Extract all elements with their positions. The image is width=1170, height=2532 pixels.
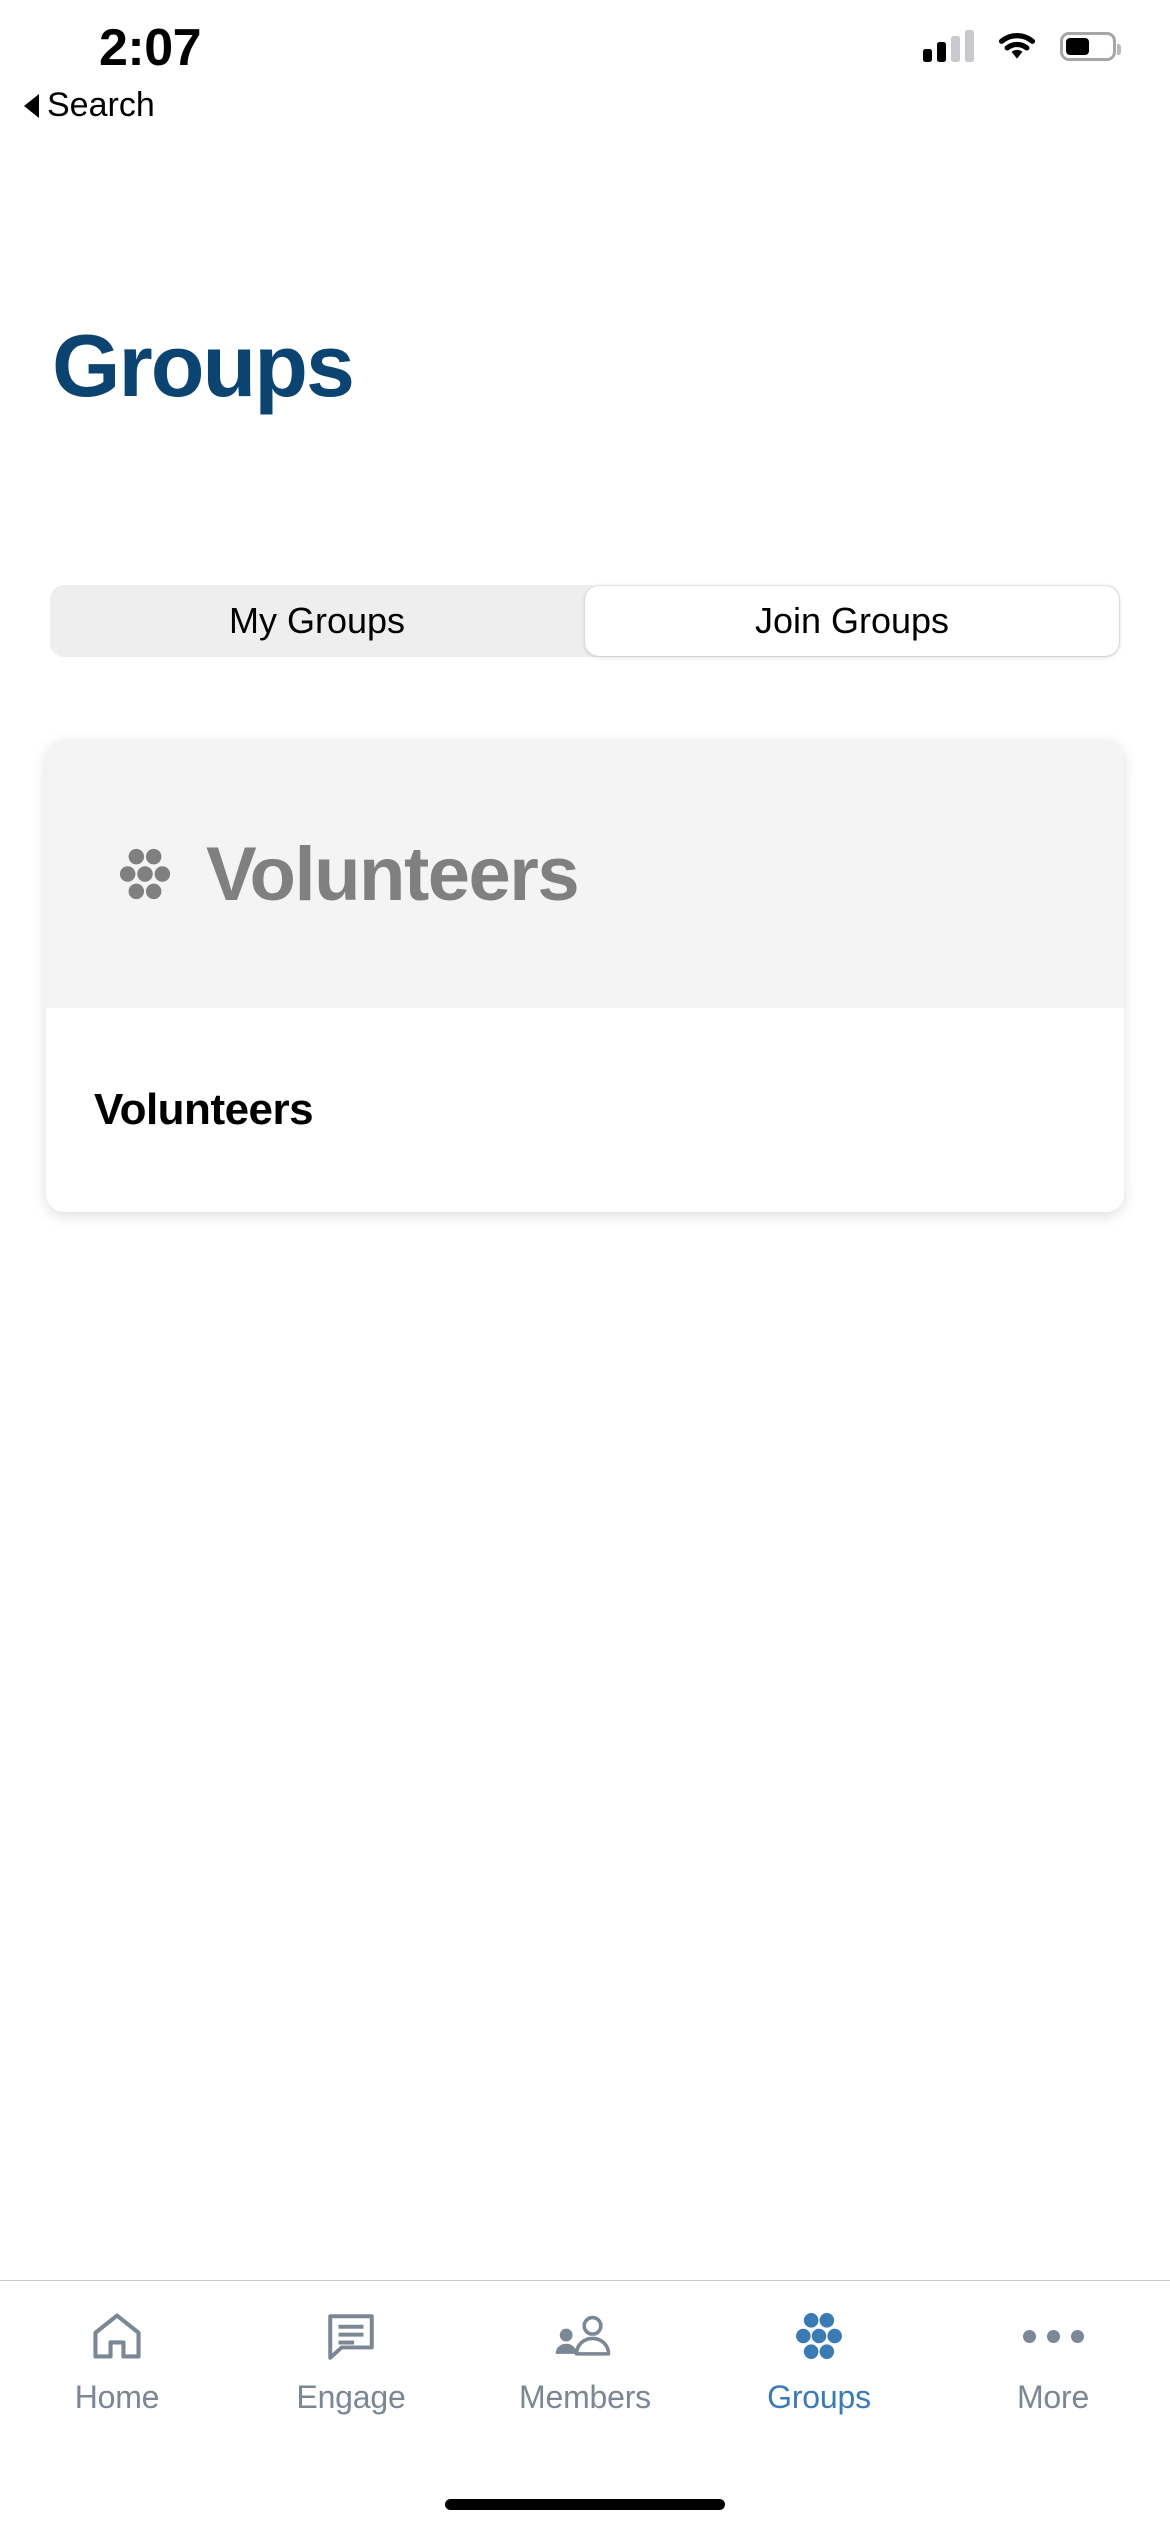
status-bar-time: 2:07 [98,19,202,77]
tab-bar-label-home: Home [74,2379,160,2415]
back-caret-icon [24,93,39,118]
tab-bar-label-more: More [1016,2379,1090,2415]
group-card-body[interactable]: Volunteers [46,1008,1124,1212]
tab-join-groups-label: Join Groups [754,600,950,641]
tab-my-groups-label: My Groups [228,600,406,641]
tab-bar-item-groups[interactable]: Groups [702,2307,936,2416]
battery-icon [1060,31,1121,61]
tab-bar-label-engage: Engage [296,2379,406,2415]
group-card-header: Volunteers [46,740,1124,1008]
chat-bubble-icon [319,2307,383,2365]
people-icon [553,2307,617,2365]
ellipsis-icon [1021,2307,1085,2365]
status-bar: 2:07 [0,0,1170,132]
group-card-volunteers[interactable]: Volunteers Volunteers [46,740,1124,1212]
battery-fill [1066,37,1089,55]
group-dots-icon [787,2307,851,2365]
status-bar-indicators [923,30,1121,62]
tab-bar-item-engage[interactable]: Engage [234,2307,468,2416]
app-screen: 2:07 Search Groups My Groups Join Groups… [0,0,1170,2532]
home-icon [85,2307,149,2365]
tab-bar-item-home[interactable]: Home [0,2307,234,2416]
back-to-search-button[interactable]: Search [24,86,155,125]
tab-bar-item-more[interactable]: More [936,2307,1170,2416]
group-card-body-title: Volunteers [94,1085,314,1134]
group-card-header-title: Volunteers [206,831,580,917]
tab-join-groups[interactable]: Join Groups [585,586,1119,656]
tab-bar-label-members: Members [519,2379,651,2415]
group-dots-icon [119,848,171,900]
wifi-icon [998,33,1036,59]
tab-bar-item-members[interactable]: Members [468,2307,702,2416]
page-title: Groups [52,316,355,415]
tab-my-groups[interactable]: My Groups [50,585,584,657]
tab-bar-label-groups: Groups [767,2379,871,2415]
bottom-tab-bar: Home Engage Members Groups More [0,2280,1170,2532]
cellular-bars-icon [923,30,974,62]
home-indicator[interactable] [445,2499,725,2510]
groups-segmented-control[interactable]: My Groups Join Groups [50,585,1120,657]
back-button-label: Search [47,86,155,124]
